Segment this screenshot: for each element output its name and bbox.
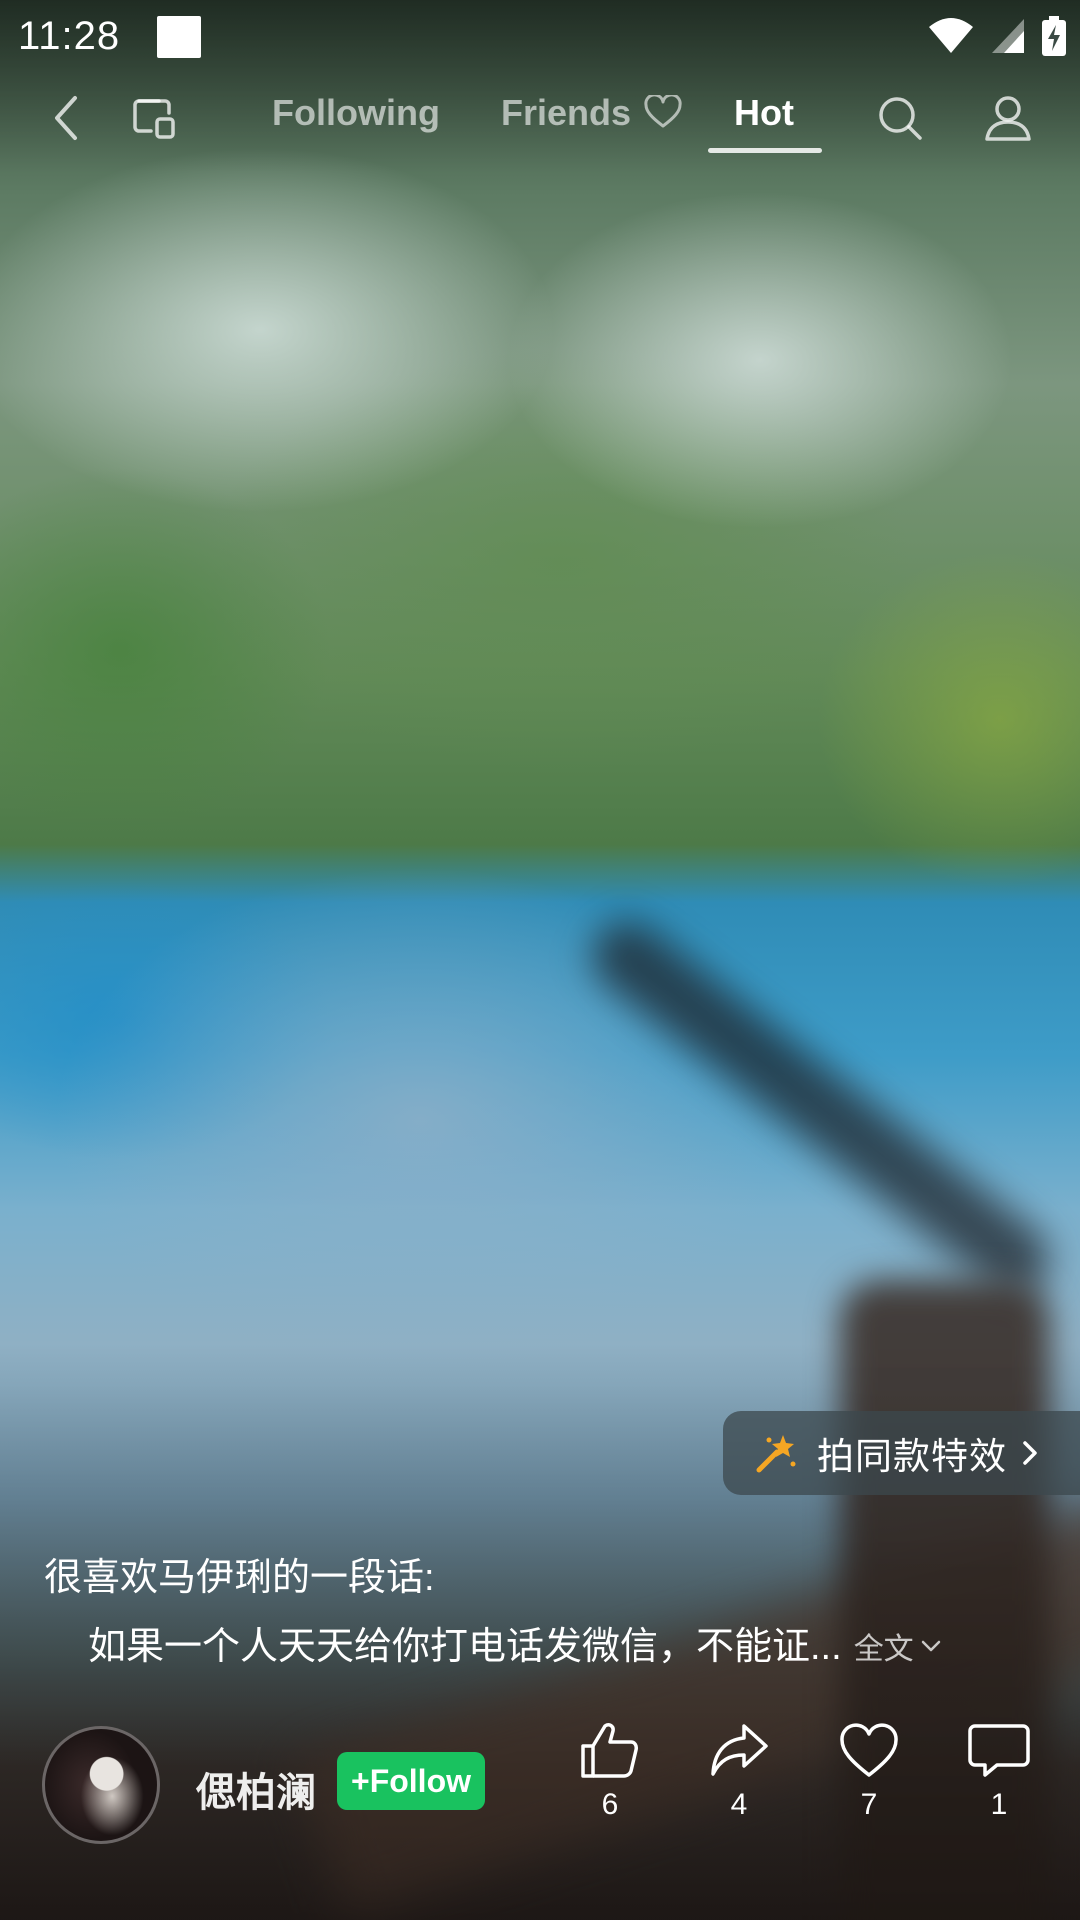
like-button[interactable]: 6	[565, 1720, 655, 1822]
author-action-bar: 偲柏澜 +Follow 6 4 7 1	[0, 1720, 1080, 1850]
caption-line-1: 很喜欢马伊琍的一段话:	[44, 1557, 435, 1599]
magic-wand-icon	[756, 1435, 796, 1473]
author-avatar[interactable]	[42, 1726, 160, 1844]
battery-charging-icon	[1042, 16, 1066, 56]
chevron-down-icon	[921, 1640, 940, 1652]
tab-following[interactable]: Following	[272, 92, 440, 134]
tab-hot[interactable]: Hot	[734, 92, 794, 134]
chevron-right-icon	[1023, 1441, 1037, 1465]
user-icon	[985, 96, 1031, 141]
share-count: 4	[730, 1788, 748, 1821]
chevron-left-icon	[55, 96, 77, 140]
multi-screen-icon	[133, 99, 175, 139]
caption-line-2: 如果一个人天天给你打电话发微信，不能证... 全文	[44, 1615, 1040, 1670]
heart-icon	[840, 1723, 898, 1777]
active-tab-indicator	[708, 148, 822, 153]
notification-icon	[157, 16, 201, 58]
status-bar: 11:28	[0, 0, 1080, 74]
favorite-count: 7	[860, 1788, 878, 1821]
tab-friends-label: Friends	[501, 92, 632, 133]
heart-outline-icon	[644, 93, 682, 128]
search-button[interactable]	[870, 88, 930, 148]
screen-cast-button[interactable]	[124, 88, 184, 148]
follow-button[interactable]: +Follow	[337, 1752, 485, 1810]
profile-button[interactable]	[978, 88, 1038, 148]
comment-bubble-icon	[968, 1724, 1030, 1777]
share-button[interactable]: 4	[694, 1720, 784, 1822]
cellular-signal-icon	[992, 19, 1024, 53]
wifi-icon	[929, 18, 973, 53]
same-effect-label: 拍同款特效	[817, 1436, 1007, 1477]
expand-caption-label: 全文	[853, 1633, 914, 1666]
like-count: 6	[601, 1788, 619, 1821]
share-arrow-icon	[711, 1724, 768, 1776]
search-icon	[879, 97, 922, 140]
status-time: 11:28	[18, 14, 121, 58]
comment-button[interactable]: 1	[954, 1720, 1044, 1822]
expand-caption-button[interactable]: 全文	[854, 1624, 942, 1668]
caption-line-2-text: 如果一个人天天给你打电话发微信，不能证...	[88, 1626, 842, 1668]
thumbs-up-icon	[581, 1723, 638, 1778]
comment-count: 1	[990, 1788, 1008, 1821]
same-effect-button[interactable]: 拍同款特效	[723, 1411, 1080, 1495]
top-nav: Following Friends Hot	[0, 74, 1080, 164]
video-caption: 很喜欢马伊琍的一段话: 如果一个人天天给你打电话发微信，不能证... 全文	[44, 1546, 1040, 1670]
back-button[interactable]	[36, 88, 96, 148]
author-name[interactable]: 偲柏澜	[196, 1760, 316, 1818]
system-icons	[928, 16, 1066, 56]
tab-friends[interactable]: Friends	[501, 92, 683, 134]
favorite-button[interactable]: 7	[824, 1720, 914, 1822]
